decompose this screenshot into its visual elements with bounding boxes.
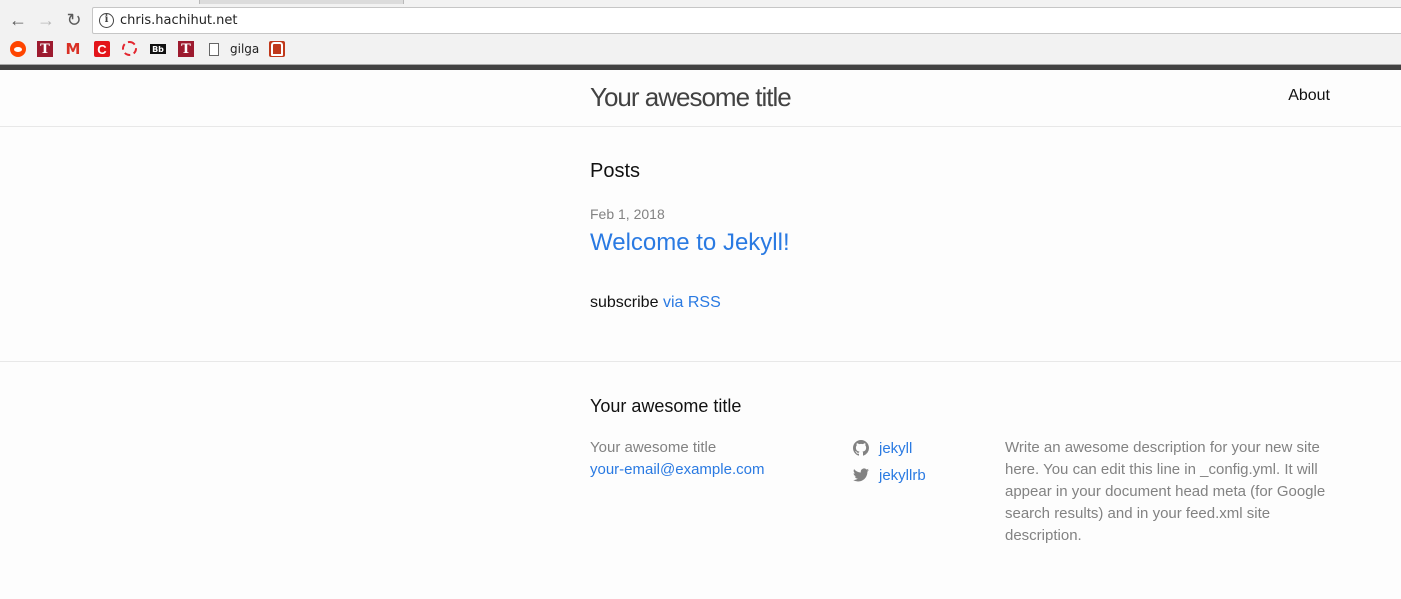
new-tab-edge bbox=[403, 0, 1401, 4]
tab-strip bbox=[0, 0, 1401, 4]
post-date: Feb 1, 2018 bbox=[590, 206, 665, 222]
back-arrow-icon[interactable]: ← bbox=[8, 10, 28, 30]
rss-prefix: subscribe bbox=[590, 294, 659, 311]
active-tab-edge[interactable] bbox=[0, 0, 200, 4]
twitter-link[interactable]: jekyllrb bbox=[853, 464, 926, 486]
address-bar[interactable]: i chris.hachihut.net bbox=[92, 7, 1401, 34]
temple-t-icon[interactable]: T bbox=[37, 41, 53, 57]
twitter-icon bbox=[853, 468, 869, 482]
url-text[interactable]: chris.hachihut.net bbox=[120, 13, 238, 28]
nav-about-link[interactable]: About bbox=[1288, 87, 1330, 105]
forward-arrow-icon[interactable]: → bbox=[36, 10, 56, 30]
bookmark-logo-icon[interactable] bbox=[269, 41, 285, 57]
site-header: Your awesome title About bbox=[0, 70, 1401, 127]
posts-heading: Posts bbox=[590, 160, 641, 182]
site-footer: Your awesome title Your awesome title yo… bbox=[0, 361, 1401, 599]
temple-t-icon[interactable]: T bbox=[178, 41, 194, 57]
bookmark-gilga[interactable]: gilga bbox=[230, 42, 259, 56]
twitter-label[interactable]: jekyllrb bbox=[879, 467, 926, 484]
bookmarks-bar: T M C Bb T gilga bbox=[0, 38, 1401, 62]
c-logo-icon[interactable]: C bbox=[94, 41, 110, 57]
footer-contact: Your awesome title your-email@example.co… bbox=[590, 437, 764, 481]
rss-subscribe: subscribe via RSS bbox=[590, 294, 721, 312]
reload-icon[interactable]: ↻ bbox=[64, 10, 84, 30]
reddit-icon[interactable] bbox=[10, 41, 26, 57]
post-title-link[interactable]: Welcome to Jekyll! bbox=[590, 229, 790, 257]
footer-email-link[interactable]: your-email@example.com bbox=[590, 459, 764, 481]
gmail-icon[interactable]: M bbox=[65, 40, 81, 58]
footer-name: Your awesome title bbox=[590, 439, 717, 456]
site-title[interactable]: Your awesome title bbox=[590, 82, 792, 113]
browser-chrome: ← → ↻ i chris.hachihut.net T M C Bb T gi… bbox=[0, 0, 1401, 64]
footer-social: jekyll jekyllrb bbox=[853, 437, 926, 491]
info-icon[interactable]: i bbox=[99, 13, 114, 28]
page-icon[interactable] bbox=[209, 43, 219, 56]
rss-link[interactable]: via RSS bbox=[663, 294, 721, 311]
footer-description: Write an awesome description for your ne… bbox=[1005, 439, 1326, 544]
dashed-ring-icon[interactable] bbox=[122, 41, 137, 56]
github-icon bbox=[853, 440, 869, 456]
footer-heading: Your awesome title bbox=[590, 396, 742, 416]
blackboard-icon[interactable]: Bb bbox=[150, 44, 166, 54]
github-label[interactable]: jekyll bbox=[879, 440, 912, 457]
github-link[interactable]: jekyll bbox=[853, 437, 926, 459]
